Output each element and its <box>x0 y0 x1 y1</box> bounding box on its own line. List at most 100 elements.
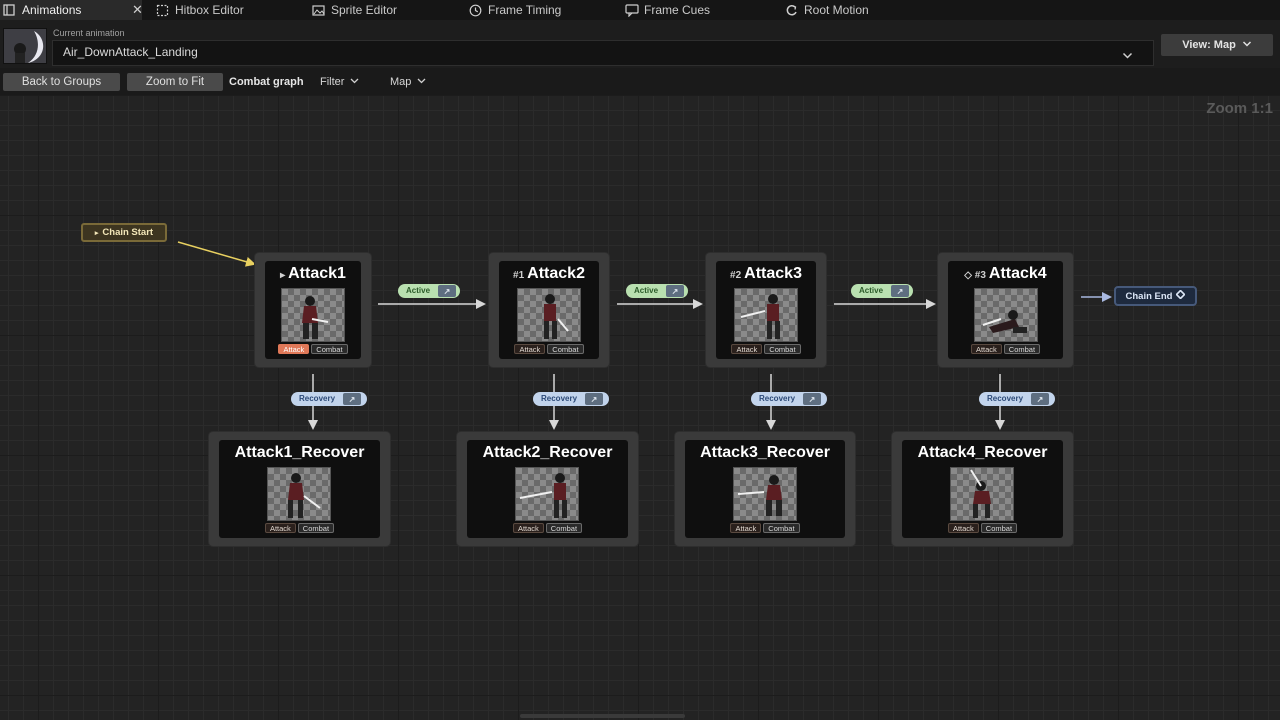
attack-node[interactable]: ▸ Attack1 Attack Combat <box>255 253 371 367</box>
tag-row: Attack Combat <box>209 523 390 533</box>
tag-attack: Attack <box>947 523 979 533</box>
tag-combat: Combat <box>297 523 335 533</box>
chevron-down-icon <box>1242 39 1252 52</box>
tag-row: Attack Combat <box>489 344 609 354</box>
tag-row: Attack Combat <box>892 523 1073 533</box>
view-map-label: View: Map <box>1182 39 1236 51</box>
transition-recovery-pill[interactable]: Recovery ↗ <box>979 392 1055 406</box>
attack-node[interactable]: #2 Attack3 Attack Combat <box>706 253 826 367</box>
clock-icon <box>469 4 482 17</box>
tab-frame-cues[interactable]: Frame Cues <box>625 0 710 20</box>
tab-hitbox-editor[interactable]: Hitbox Editor <box>156 0 244 20</box>
animation-dropdown[interactable]: Air_DownAttack_Landing <box>52 40 1154 66</box>
tab-label: Animations <box>22 3 82 17</box>
tab-label: Frame Cues <box>644 3 711 17</box>
chevron-down-icon <box>417 76 426 88</box>
pill-label: Recovery <box>759 394 796 403</box>
transition-active-pill[interactable]: Active ↗ <box>626 284 688 298</box>
recover-node[interactable]: Attack1_Recover Attack Combat <box>209 432 390 546</box>
zoom-to-fit-button[interactable]: Zoom to Fit <box>127 73 223 91</box>
chain-end-node[interactable]: Chain End <box>1114 286 1197 306</box>
tag-row: Attack Combat <box>938 344 1073 354</box>
close-icon[interactable]: ✕ <box>132 2 143 18</box>
graph-canvas[interactable] <box>0 95 1280 720</box>
recover-node[interactable]: Attack2_Recover Attack Combat <box>457 432 638 546</box>
tag-row: Attack Combat <box>255 344 371 354</box>
recover-node[interactable]: Attack3_Recover Attack Combat <box>675 432 855 546</box>
sprite-preview <box>517 288 581 342</box>
tab-label: Frame Timing <box>488 3 562 17</box>
sprite-preview <box>734 288 798 342</box>
recover-node[interactable]: Attack4_Recover Attack Combat <box>892 432 1073 546</box>
view-map-button[interactable]: View: Map <box>1161 34 1273 56</box>
link-icon: ↗ <box>803 393 822 405</box>
zoom-level: Zoom 1:1 <box>1206 100 1273 117</box>
window-icon <box>3 3 16 17</box>
sprite-preview <box>267 467 331 521</box>
tag-combat: Combat <box>980 523 1018 533</box>
node-title: Attack1_Recover <box>234 444 365 461</box>
tab-label: Sprite Editor <box>331 3 398 17</box>
tab-label: Hitbox Editor <box>175 3 244 17</box>
filter-dropdown[interactable]: Filter <box>320 76 359 88</box>
node-prefix: #2 <box>730 270 742 281</box>
map-dropdown[interactable]: Map <box>390 76 426 88</box>
dashed-box-icon <box>156 4 169 17</box>
node-title-text: Attack1 <box>288 265 346 282</box>
tag-row: Attack Combat <box>457 523 638 533</box>
sprite-preview <box>950 467 1014 521</box>
node-title-text: Attack4 <box>988 265 1047 282</box>
attack-node[interactable]: #1 Attack2 Attack Combat <box>489 253 609 367</box>
transition-recovery-pill[interactable]: Recovery ↗ <box>291 392 367 406</box>
tab-root-motion[interactable]: Root Motion <box>785 0 869 20</box>
sprite-preview <box>281 288 345 342</box>
link-icon: ↗ <box>438 285 457 297</box>
chain-start-label: Chain Start <box>102 227 154 238</box>
chevron-down-icon <box>1122 44 1133 64</box>
node-prefix: ◇ #3 <box>964 270 986 281</box>
tag-attack: Attack <box>731 344 763 354</box>
tag-attack: Attack <box>278 344 310 354</box>
pill-label: Recovery <box>299 394 336 403</box>
tag-attack: Attack <box>264 523 296 533</box>
sprite-preview <box>733 467 797 521</box>
tag-combat: Combat <box>311 344 348 354</box>
horizontal-scrollbar[interactable] <box>520 714 685 718</box>
pill-label: Active <box>406 286 431 295</box>
tag-combat: Combat <box>763 523 800 533</box>
map-label: Map <box>390 76 412 88</box>
tag-attack: Attack <box>970 344 1002 354</box>
transition-recovery-pill[interactable]: Recovery ↗ <box>751 392 827 406</box>
diamond-icon <box>1175 289 1187 302</box>
pill-label: Recovery <box>987 394 1024 403</box>
play-icon: ▸ <box>94 229 99 237</box>
tab-frame-timing[interactable]: Frame Timing <box>469 0 561 20</box>
node-title: #1 Attack2 <box>489 265 609 283</box>
animation-thumbnail <box>3 28 47 64</box>
tag-attack: Attack <box>514 344 546 354</box>
tab-animations[interactable]: Animations ✕ <box>0 0 143 20</box>
attack-node[interactable]: ◇ #3 Attack4 Attack Combat <box>938 253 1073 367</box>
sprite-preview <box>515 467 579 521</box>
tag-row: Attack Combat <box>706 344 826 354</box>
current-animation-label: Current animation <box>53 28 125 38</box>
chain-end-label: Chain End <box>1125 290 1173 302</box>
transition-active-pill[interactable]: Active ↗ <box>851 284 913 298</box>
root-motion-icon <box>785 4 798 17</box>
transition-recovery-pill[interactable]: Recovery ↗ <box>533 392 609 406</box>
tab-label: Root Motion <box>804 3 869 17</box>
chain-start-node[interactable]: ▸ Chain Start <box>81 223 167 242</box>
transition-active-pill[interactable]: Active ↗ <box>398 284 460 298</box>
animation-name: Air_DownAttack_Landing <box>63 45 198 59</box>
tag-combat: Combat <box>764 344 801 354</box>
tag-combat: Combat <box>1003 344 1041 354</box>
tab-sprite-editor[interactable]: Sprite Editor <box>312 0 397 20</box>
combat-graph-label: Combat graph <box>229 76 304 88</box>
cue-icon <box>625 3 639 17</box>
pill-label: Recovery <box>541 394 578 403</box>
back-to-groups-button[interactable]: Back to Groups <box>3 73 120 91</box>
node-title: ◇ #3 Attack4 <box>938 265 1073 283</box>
tag-attack: Attack <box>730 523 762 533</box>
node-title-text: Attack3 <box>744 265 802 282</box>
tag-attack: Attack <box>512 523 544 533</box>
